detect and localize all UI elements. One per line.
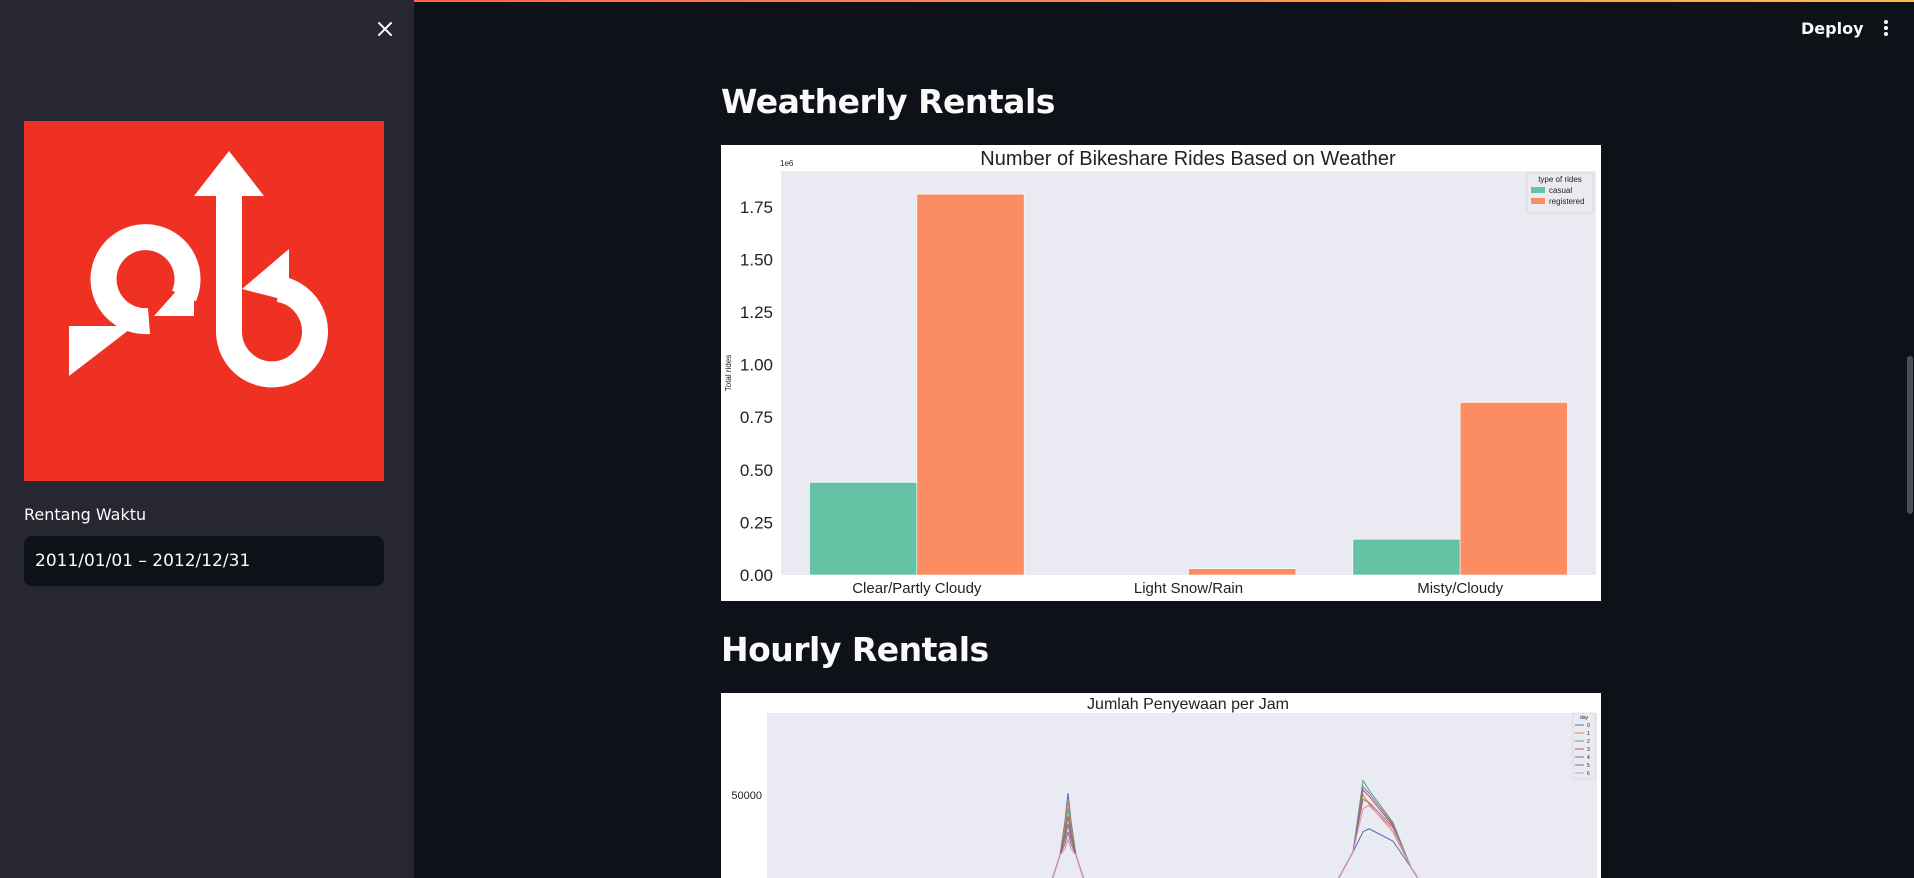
legend-title: type of rides <box>1538 175 1582 184</box>
bar-registered <box>916 193 1025 576</box>
bar-registered <box>1459 402 1568 576</box>
section-title-weather: Weatherly Rentals <box>721 82 1055 121</box>
weather-chart: Number of Bikeshare Rides Based on Weath… <box>721 145 1601 601</box>
date-range-value: 2011/01/01 – 2012/12/31 <box>35 551 251 571</box>
date-range-input[interactable]: 2011/01/01 – 2012/12/31 <box>24 536 384 586</box>
plot-area <box>767 713 1597 878</box>
y-tick-label: 1.00 <box>740 356 773 375</box>
legend-label-4: 4 <box>1587 755 1590 761</box>
legend-label-6: 6 <box>1587 771 1590 777</box>
y-tick-label: 1.75 <box>740 198 773 217</box>
bar-registered <box>1188 568 1297 576</box>
y-tick-label: 0.50 <box>740 461 773 480</box>
section-title-hourly: Hourly Rentals <box>721 630 989 669</box>
x-tick-label: Clear/Partly Cloudy <box>852 580 982 597</box>
close-icon <box>378 22 392 36</box>
page-scrollbar-thumb[interactable] <box>1907 356 1913 514</box>
y-tick-label: 0.75 <box>740 408 773 427</box>
bar-casual <box>1352 538 1461 576</box>
legend-swatch-casual <box>1531 187 1545 193</box>
legend-box <box>1572 712 1596 780</box>
main-menu-button[interactable] <box>1874 14 1898 42</box>
y-scale-note: 1e6 <box>780 159 794 168</box>
chart-title: Jumlah Penyewaan per Jam <box>1087 696 1289 713</box>
y-tick-label: 0.00 <box>740 566 773 585</box>
legend-label-0: 0 <box>1587 723 1590 729</box>
y-tick-label: 0.25 <box>740 513 773 532</box>
bikeshare-logo-icon <box>24 121 384 481</box>
legend-label-3: 3 <box>1587 747 1590 753</box>
y-axis-label: Total rides <box>724 355 733 391</box>
date-range-label: Rentang Waktu <box>24 505 147 524</box>
hourly-line-chart: Jumlah Penyewaan per Jam 50000 day 0 1 2 3 4 5 6 <box>731 696 1597 878</box>
kebab-menu-icon <box>1884 20 1888 36</box>
legend-label-1: 1 <box>1587 731 1590 737</box>
bikeshare-logo <box>24 121 384 481</box>
bar-casual <box>809 482 918 576</box>
legend-label-2: 2 <box>1587 739 1590 745</box>
weather-bar-chart: Number of Bikeshare Rides Based on Weath… <box>724 148 1596 597</box>
y-tick-label: 50000 <box>731 790 762 802</box>
legend-title: day <box>1580 715 1589 721</box>
y-tick-label: 1.25 <box>740 303 773 322</box>
legend-label-registered: registered <box>1549 197 1585 206</box>
legend-swatch-registered <box>1531 198 1545 204</box>
chart-title: Number of Bikeshare Rides Based on Weath… <box>980 148 1396 170</box>
sidebar: Rentang Waktu 2011/01/01 – 2012/12/31 <box>0 0 414 878</box>
deploy-button[interactable]: Deploy <box>1791 14 1874 42</box>
close-sidebar-button[interactable] <box>370 14 400 44</box>
hourly-chart: Jumlah Penyewaan per Jam 50000 day 0 1 2 3 4 5 6 <box>721 693 1601 878</box>
x-tick-label: Light Snow/Rain <box>1134 580 1243 597</box>
legend-label-casual: casual <box>1549 186 1572 195</box>
legend-label-5: 5 <box>1587 763 1590 769</box>
x-tick-label: Misty/Cloudy <box>1417 580 1503 597</box>
y-tick-label: 1.50 <box>740 250 773 269</box>
